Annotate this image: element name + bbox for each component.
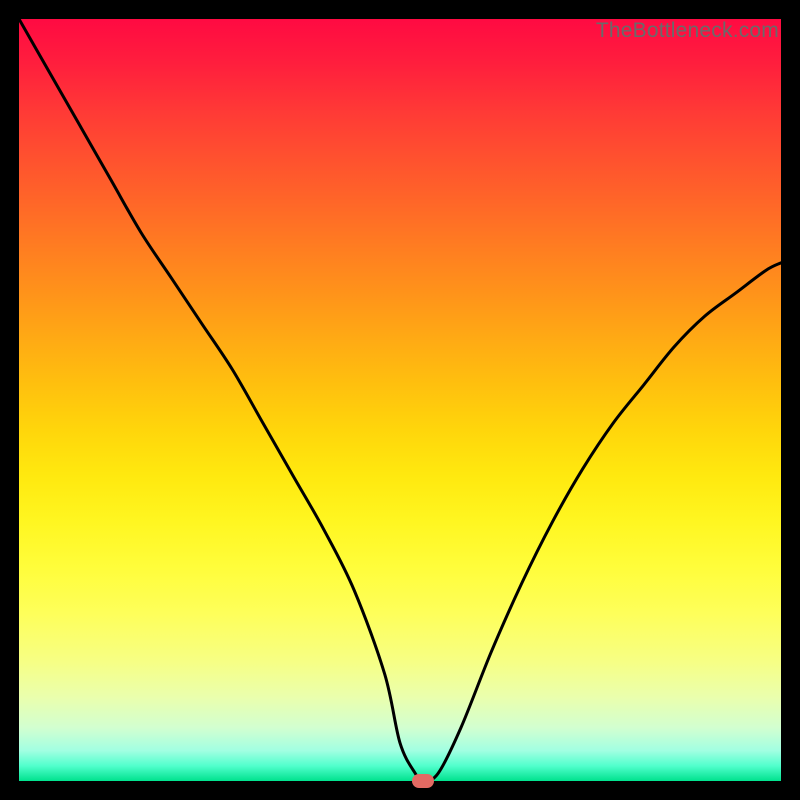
chart-frame: TheBottleneck.com [0,0,800,800]
minimum-marker [412,774,434,788]
watermark-text: TheBottleneck.com [596,19,779,43]
plot-area: TheBottleneck.com [19,19,781,781]
bottleneck-curve [19,19,781,781]
